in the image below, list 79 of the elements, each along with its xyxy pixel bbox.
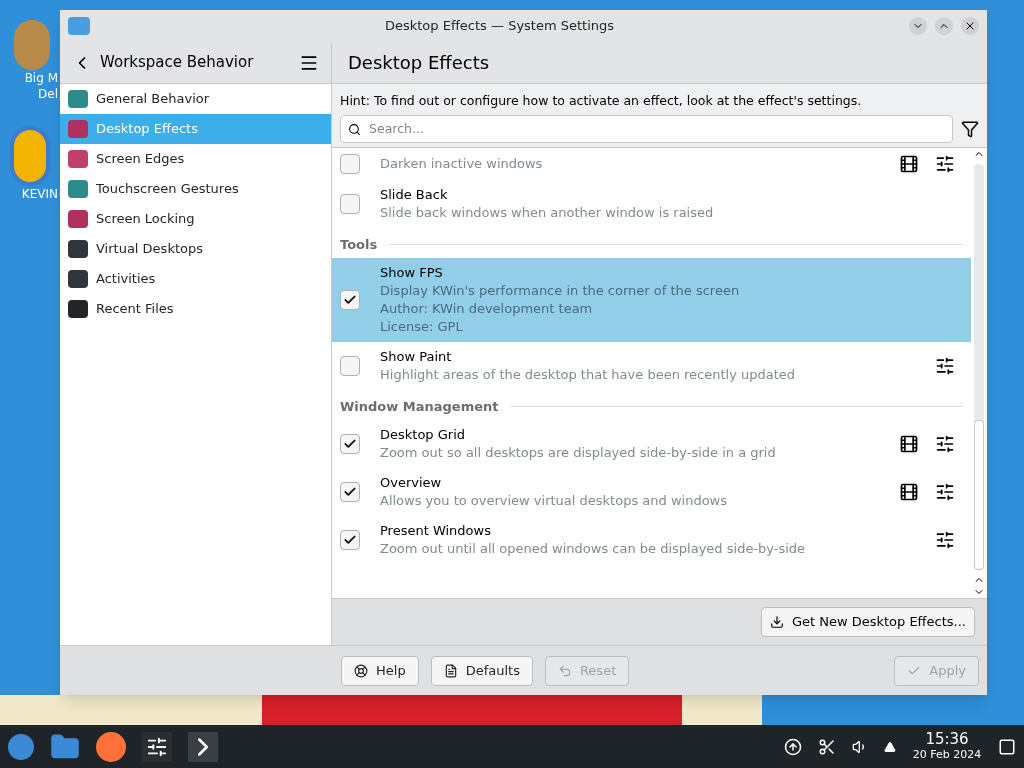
settings-icon[interactable] — [142, 731, 172, 762]
checkbox[interactable] — [340, 529, 360, 550]
video-icon[interactable] — [899, 433, 919, 454]
show-desktop-icon[interactable] — [998, 737, 1016, 756]
sidebar-item[interactable]: Activities — [60, 264, 331, 294]
sidebar-item[interactable]: Touchscreen Gestures — [60, 174, 331, 204]
effect-description: Allows you to overview virtual desktops and windows — [380, 491, 728, 510]
sidebar-item[interactable]: General Behavior — [60, 84, 331, 114]
scissors-icon[interactable] — [818, 737, 836, 756]
app-icon — [68, 17, 90, 35]
update-icon[interactable] — [784, 737, 802, 756]
page-title: Desktop Effects — [348, 51, 490, 75]
sidebar-item[interactable]: Screen Edges — [60, 144, 331, 174]
effect-description: Highlight areas of the desktop that have been recently updated — [380, 365, 797, 384]
checkbox[interactable] — [340, 289, 360, 310]
sidebar-item[interactable]: Virtual Desktops — [60, 234, 331, 264]
effect-row[interactable]: Slide Back Slide back windows when another window is raised — [332, 179, 971, 228]
lifebuoy-icon — [354, 663, 368, 678]
effect-row[interactable]: Present Windows Zoom out until all opened windows can be displayed side-by-side — [332, 515, 971, 564]
scroll-track[interactable] — [974, 163, 984, 570]
get-new-effects-button[interactable]: Get New Desktop Effects... — [760, 606, 975, 637]
document-icon — [443, 663, 458, 678]
effect-description: Darken inactive windows — [380, 154, 544, 173]
minimize-button[interactable] — [909, 17, 927, 35]
effect-name: Present Windows — [380, 521, 492, 540]
effect-description: Slide back windows when another window is raised — [380, 203, 715, 222]
configure-icon[interactable] — [935, 153, 955, 174]
effect-description: Zoom out so all desktops are displayed side-by-side in a grid — [380, 443, 777, 462]
clock-time[interactable]: 15:36 — [925, 730, 969, 747]
maximize-button[interactable] — [935, 17, 953, 35]
search-icon — [348, 122, 361, 136]
scroll-thumb[interactable] — [974, 419, 984, 570]
desktop-icon-label: Big M — [24, 70, 58, 86]
terminal-icon[interactable] — [188, 731, 218, 762]
search-field[interactable]: Search... — [340, 114, 953, 143]
effect-row[interactable]: Show FPS Display KWin's performance in the corner of the screen Author: KWin development team License: GPL — [332, 257, 971, 342]
effect-description: Zoom out until all opened windows can be displayed side-by-side — [380, 539, 807, 558]
checkbox[interactable] — [340, 481, 360, 502]
checkbox[interactable] — [340, 355, 360, 376]
defaults-button[interactable]: Defaults — [430, 655, 533, 686]
effect-description: License: GPL — [380, 317, 464, 336]
desktop-icon-label: Del — [38, 86, 58, 102]
download-icon — [769, 614, 784, 629]
effect-name: Show FPS — [380, 263, 444, 282]
configure-icon[interactable] — [935, 433, 955, 454]
sidebar-title: Workspace Behavior — [100, 52, 255, 74]
checkbox[interactable] — [340, 433, 360, 454]
expand-tray-icon[interactable] — [884, 740, 896, 753]
filter-icon[interactable] — [961, 119, 979, 138]
section-heading: Window Management — [340, 398, 499, 416]
effect-name: Slide Back — [380, 185, 449, 204]
effect-name: Show Paint — [380, 347, 453, 366]
configure-icon[interactable] — [935, 529, 955, 550]
start-menu-icon[interactable] — [8, 733, 34, 760]
effect-row[interactable]: Darken inactive windows — [332, 147, 971, 180]
clock-date[interactable]: 20 Feb 2024 — [912, 746, 982, 763]
window-title: Desktop Effects — System Settings — [383, 17, 616, 36]
section-heading: Tools — [340, 236, 378, 254]
effect-description: Display KWin's performance in the corner of the screen — [380, 281, 741, 300]
help-button[interactable]: Help — [341, 655, 419, 686]
checkbox[interactable] — [340, 153, 360, 174]
configure-icon[interactable] — [935, 481, 955, 502]
effect-row[interactable]: Overview Allows you to overview virtual desktops and windows — [332, 467, 971, 516]
close-button[interactable] — [961, 17, 979, 35]
checkbox[interactable] — [340, 193, 360, 214]
close-icon — [964, 20, 976, 32]
sidebar-item[interactable]: Screen Locking — [60, 204, 331, 234]
effect-row[interactable]: Show Paint Highlight areas of the desktop that have been recently updated — [332, 341, 971, 390]
effect-name: Overview — [380, 473, 443, 492]
effect-name: Desktop Grid — [380, 425, 467, 444]
sidebar-item[interactable]: Recent Files — [60, 294, 331, 324]
configure-icon[interactable] — [935, 355, 955, 376]
undo-icon — [557, 663, 572, 678]
effect-description: Author: KWin development team — [380, 299, 594, 318]
video-icon[interactable] — [899, 153, 919, 174]
desktop-icon-label: KEVIN — [21, 186, 58, 202]
hint-text: Hint: To find out or configure how to activate an effect, look at the effect's settings. — [340, 92, 863, 110]
effect-row[interactable]: Desktop Grid Zoom out so all desktops are displayed side-by-side in a grid — [332, 419, 971, 468]
video-icon[interactable] — [899, 481, 919, 502]
